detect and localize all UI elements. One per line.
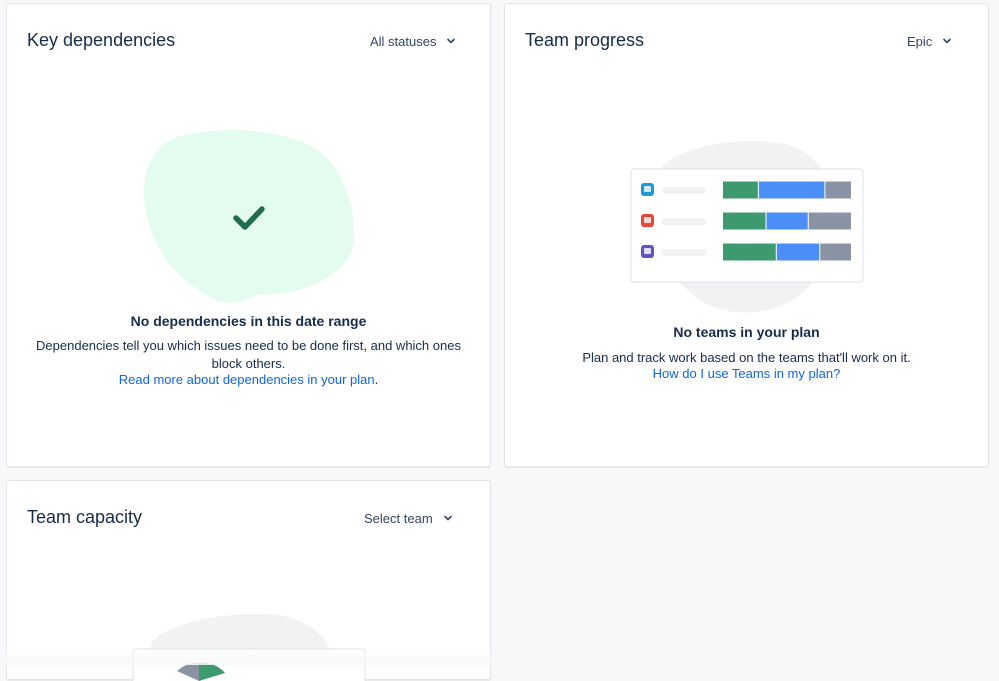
teams-help-link[interactable]: How do I use Teams in my plan?: [653, 366, 841, 381]
team-avatar-glyph: [644, 186, 651, 192]
progress-segment: [820, 243, 851, 261]
dependencies-desc-line1: Dependencies tell you which issues need …: [36, 338, 461, 353]
chevron-down-icon: [447, 38, 456, 44]
team-capacity-illustration: [132, 614, 366, 681]
team-select-dropdown[interactable]: Select team: [364, 507, 453, 529]
team-name-placeholder: [662, 249, 706, 256]
team-avatar-glyph: [644, 248, 651, 254]
chevron-down-icon: [443, 515, 452, 521]
progress-segment: [723, 243, 776, 261]
dependencies-desc-line2: block others.: [211, 355, 286, 371]
mock-capacity-panel: [132, 648, 366, 681]
team-name-placeholder: [662, 218, 706, 225]
teams-empty-title: No teams in your plan: [673, 324, 820, 340]
green-blob-shape: [143, 129, 355, 303]
key-dependencies-card: Key dependencies All statuses No depende…: [6, 3, 491, 467]
dependencies-empty-illustration: [143, 129, 355, 303]
team-progress-illustration: [630, 140, 864, 313]
dependencies-empty-title: No dependencies in this date range: [130, 313, 367, 329]
status-filter-dropdown[interactable]: All statuses: [370, 30, 456, 52]
dependencies-empty-description: Dependencies tell you which issues need …: [7, 337, 490, 372]
progress-segment: [758, 181, 825, 199]
team-avatar-glyph: [644, 217, 651, 223]
epic-filter-dropdown[interactable]: Epic: [907, 30, 952, 52]
progress-segment: [776, 243, 820, 261]
progress-segment: [825, 181, 851, 199]
dependencies-help-link-row: Read more about dependencies in your pla…: [7, 372, 490, 387]
epic-filter-label: Epic: [907, 33, 933, 49]
team-name-placeholder: [662, 187, 706, 194]
link-suffix: .: [374, 372, 379, 387]
progress-segment: [808, 212, 851, 230]
team-progress-title: Team progress: [525, 30, 645, 50]
chevron-down-icon: [943, 38, 952, 44]
team-capacity-card: Team capacity Select team: [6, 480, 491, 681]
team-select-label: Select team: [364, 510, 433, 526]
team-progress-card: Team progress Epic No teams in your plan…: [504, 3, 989, 467]
progress-segment: [723, 181, 758, 199]
team-capacity-title: Team capacity: [27, 507, 143, 527]
dependencies-help-link[interactable]: Read more about dependencies in your pla…: [119, 372, 375, 387]
teams-help-link-row: How do I use Teams in my plan?: [505, 366, 988, 381]
progress-segment: [723, 212, 766, 230]
progress-segment: [766, 212, 808, 230]
key-dependencies-title: Key dependencies: [27, 30, 176, 50]
status-filter-label: All statuses: [370, 33, 437, 49]
teams-empty-description: Plan and track work based on the teams t…: [582, 350, 911, 365]
